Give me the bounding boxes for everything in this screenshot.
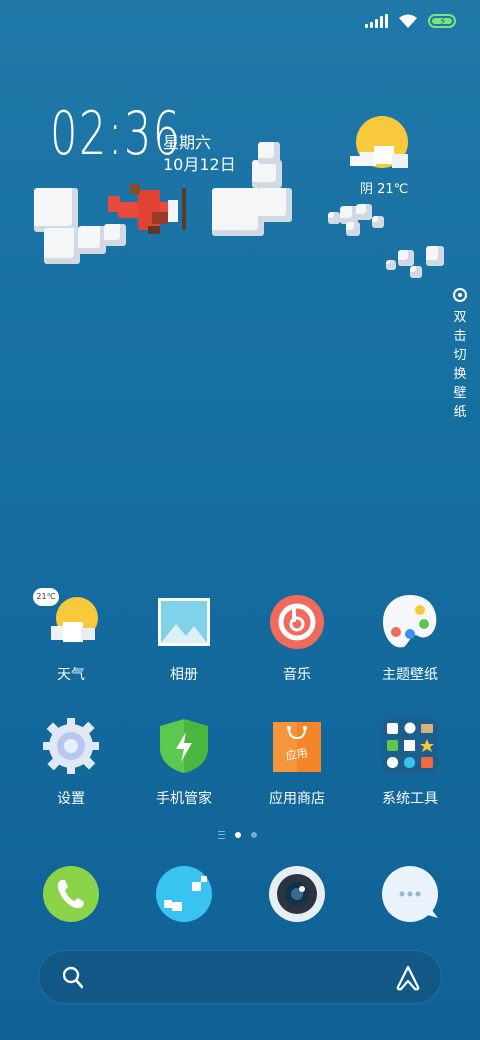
app-label: 系统工具 (382, 791, 438, 807)
browser-icon[interactable] (156, 866, 212, 922)
decor-cube (258, 188, 292, 222)
assistant-icon[interactable] (393, 963, 423, 993)
decor-cube (356, 204, 372, 220)
tools-folder-icon (380, 716, 440, 776)
page-menu-icon (218, 831, 225, 839)
decor-cube (372, 216, 384, 228)
app-settings[interactable]: 设置 (16, 716, 126, 808)
status-bar: ⚡ (365, 10, 456, 32)
decor-cube (78, 226, 106, 254)
decor-cube (252, 160, 282, 188)
app-tools-folder[interactable]: 系统工具 (355, 716, 465, 808)
app-security[interactable]: 手机管家 (129, 716, 239, 808)
switch-wallpaper-button[interactable]: 双击切换壁纸 (448, 288, 472, 422)
decor-cube (212, 188, 264, 236)
target-icon (453, 288, 467, 302)
search-icon (63, 966, 83, 989)
app-label: 主题壁纸 (382, 667, 438, 683)
security-icon (154, 716, 214, 776)
phone-icon[interactable] (43, 866, 99, 922)
decor-cube (386, 260, 396, 270)
weekday-text: 星期六 (163, 133, 212, 152)
settings-icon (41, 716, 101, 776)
airplane-illustration (108, 184, 186, 234)
app-label: 设置 (57, 791, 85, 807)
decor-cube (398, 250, 414, 266)
weather-text: 阴 21℃ (360, 182, 409, 197)
decor-cube (34, 188, 78, 232)
decor-cube (328, 212, 340, 224)
app-music[interactable]: 音乐 (242, 592, 352, 684)
decor-cube (258, 142, 280, 164)
app-label: 应用商店 (269, 791, 325, 807)
app-weather[interactable]: 21℃ 天气 (16, 588, 126, 684)
messages-icon[interactable] (382, 866, 438, 922)
switch-wallpaper-label: 双击切换壁纸 (453, 310, 467, 420)
music-icon (267, 592, 327, 652)
app-label: 手机管家 (156, 791, 212, 807)
weather-temp-badge: 21℃ (33, 588, 59, 606)
decor-cube (410, 266, 422, 278)
page-indicator[interactable] (218, 831, 257, 839)
app-label: 天气 (57, 667, 85, 683)
gallery-icon (154, 592, 214, 652)
decor-cube (426, 246, 444, 266)
clock-time[interactable]: 02:36 (50, 104, 182, 164)
decor-cube (346, 222, 360, 236)
clock-date-block[interactable]: 星期六 10月12日 (163, 132, 236, 176)
signal-icon (365, 14, 388, 28)
app-label: 相册 (170, 667, 198, 683)
camera-icon[interactable] (269, 866, 325, 922)
themes-icon (380, 592, 440, 652)
app-store[interactable]: 应用 应用商店 (242, 716, 352, 808)
app-gallery[interactable]: 相册 (129, 592, 239, 684)
weather-icon: 21℃ (33, 588, 101, 652)
app-themes[interactable]: 主题壁纸 (355, 592, 465, 684)
app-label: 音乐 (283, 667, 311, 683)
page-dot-active (235, 832, 241, 838)
app-store-icon: 应用 (267, 716, 327, 776)
date-text: 10月12日 (163, 155, 236, 174)
page-dot (251, 832, 257, 838)
decor-cube (44, 228, 80, 264)
wifi-icon (399, 14, 417, 28)
battery-charging-icon: ⚡ (428, 14, 456, 28)
weather-sun-icon[interactable] (348, 114, 418, 184)
search-bar[interactable] (38, 950, 442, 1004)
